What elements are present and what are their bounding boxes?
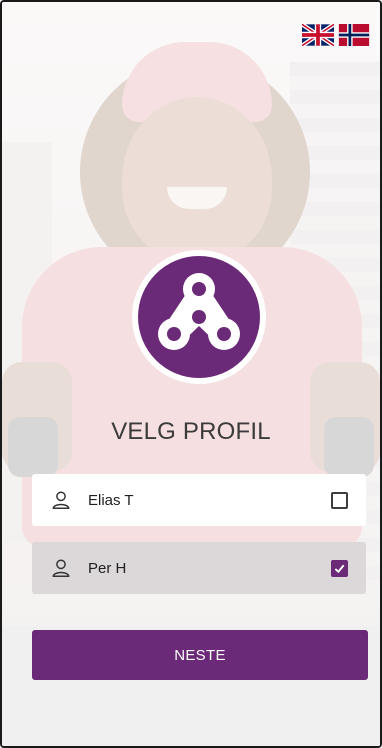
app-logo-icon [138, 256, 260, 378]
profile-row-per[interactable]: Per H [32, 542, 366, 594]
page-title: VELG PROFIL [111, 418, 271, 445]
user-icon [52, 491, 70, 509]
profile-row-elias[interactable]: Elias T [32, 474, 366, 526]
profile-name: Elias T [88, 491, 134, 509]
app-logo [132, 250, 266, 384]
profile-list: Elias T Per H [32, 474, 366, 610]
profile-name: Per H [88, 559, 127, 577]
next-button[interactable]: NESTE [32, 630, 368, 680]
user-icon [52, 559, 70, 577]
norway-flag-icon[interactable] [338, 24, 370, 46]
uk-flag-icon[interactable] [302, 24, 334, 46]
profile-checkbox-elias[interactable] [331, 491, 348, 509]
profile-checkbox-per[interactable] [331, 559, 348, 577]
checkmark-icon [334, 564, 345, 573]
language-selector [302, 24, 370, 46]
phone-screen: VELG PROFIL Elias T Per H NESTE [0, 0, 382, 748]
